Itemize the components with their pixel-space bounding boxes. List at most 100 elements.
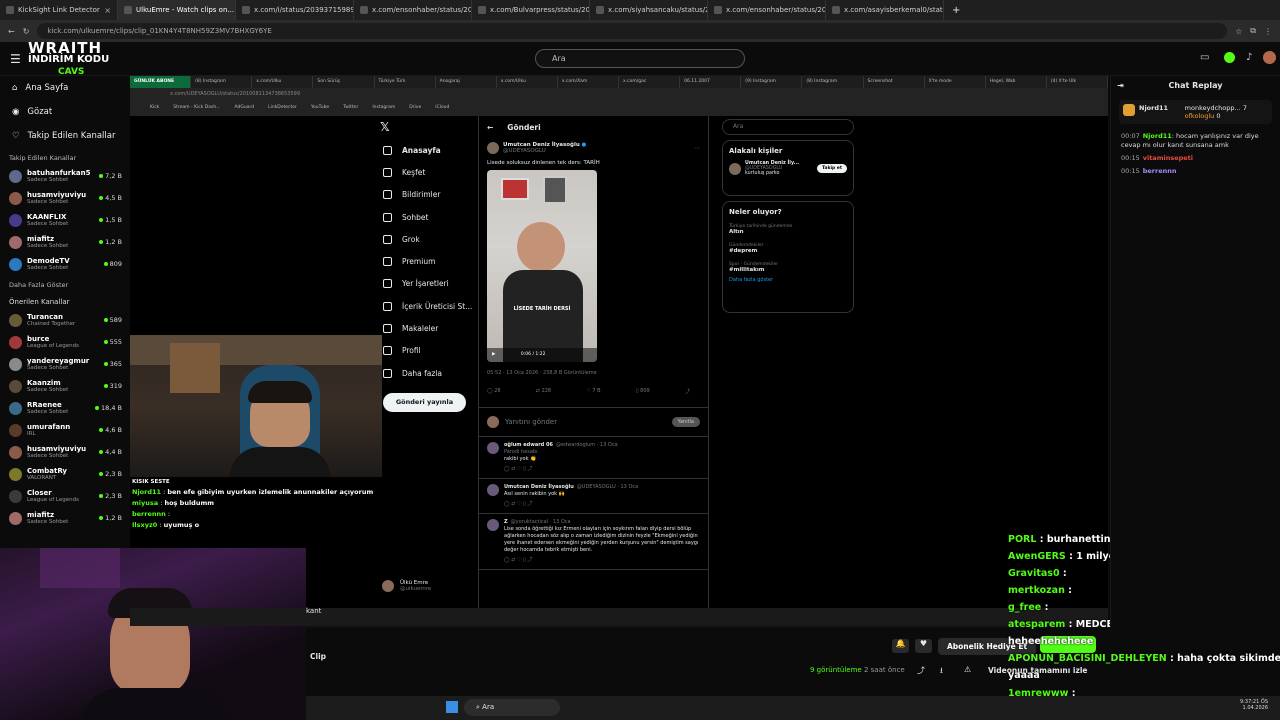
reply-actions[interactable]: ◯ ⇄ ♡ ▯ ⤴	[504, 466, 700, 473]
sidebar-channel[interactable]: Closer League of Legends 2,3 B	[0, 485, 128, 507]
x-nav-item[interactable]: Premium	[383, 250, 473, 272]
more-icon[interactable]: ⋯	[694, 145, 700, 152]
browser-tab[interactable]: UlkuEmre - Watch clips on...×	[118, 0, 236, 20]
x-nav-item[interactable]: Anasayfa	[383, 139, 473, 161]
chat-timestamp[interactable]: 00:15	[1121, 167, 1140, 175]
trend-item[interactable]: Gündemdekiler #deprem	[729, 243, 847, 254]
inner-tab[interactable]: (9) Instagram	[741, 76, 803, 88]
url-field[interactable]: kick.com/ulkuemre/clips/clip_01KN4Y4T8NH…	[37, 23, 1228, 39]
nav-following[interactable]: ♡ Takip Edilen Kanallar	[0, 124, 128, 148]
trend-item[interactable]: Spor · Gündemdekiler #millitakım	[729, 262, 847, 273]
sidebar-channel[interactable]: husamviyuviyu Sadece Sohbet 4,5 B	[0, 187, 128, 209]
chat-username[interactable]: vitaminsepeti	[1143, 154, 1193, 162]
share-icon[interactable]: ⤴	[685, 388, 690, 395]
retweet-action[interactable]: ⇄ 228	[536, 388, 551, 395]
x-nav-item[interactable]: Bildirimler	[383, 184, 473, 206]
star-icon[interactable]: ☆	[1235, 27, 1242, 36]
reply-tweet[interactable]: oğlum edward 06 @edwardogium · 13 Oca Paro…	[479, 437, 708, 479]
notification-bell-icon[interactable]: ♪	[1246, 52, 1252, 63]
browser-tab[interactable]: x.com/ensonhaber/status/203...×	[708, 0, 826, 20]
sidebar-channel[interactable]: miafitz Sadece Sohbet 1,2 B	[0, 507, 128, 529]
sidebar-channel[interactable]: RRaenee Sadece Sohbet 18,4 B	[0, 397, 128, 419]
inner-tab[interactable]: Türkiye Türk	[375, 76, 436, 88]
trends-more-link[interactable]: Daha fazla göster	[729, 277, 847, 283]
sidebar-channel[interactable]: yandereyagmur Sadece Sohbet 365	[0, 353, 128, 375]
reply-tweet[interactable]: Umutcan Deniz İlyasoğlu @UDEYASOGLU · 13 …	[479, 479, 708, 514]
avatar[interactable]	[1263, 51, 1276, 64]
inner-tab[interactable]: (8) Instagram	[802, 76, 864, 88]
browser-tab[interactable]: x.com/ensonhaber/status/203...×	[354, 0, 472, 20]
x-logo-icon[interactable]: 𝕏	[380, 120, 390, 134]
bookmark[interactable]: Stream - Kick Dash...	[173, 105, 220, 113]
x-nav-item[interactable]: Yer İşaretleri	[383, 273, 473, 295]
back-arrow-icon[interactable]: ←	[487, 123, 493, 132]
hamburger-icon[interactable]: ☰	[10, 52, 21, 66]
reply-author[interactable]: Umutcan Deniz İlyasoğlu	[504, 484, 574, 490]
bookmark[interactable]: Drive	[409, 105, 421, 113]
inner-tab[interactable]: (4) X'te Ulk	[1047, 76, 1108, 88]
chat-username[interactable]: berrennn	[1143, 167, 1177, 175]
taskbar-search[interactable]: ⌕ Ara	[464, 699, 560, 716]
sidebar-channel[interactable]: KAANFLIX Sadece Sohbet 1,5 B	[0, 209, 128, 231]
x-nav-item[interactable]: Grok	[383, 228, 473, 250]
inner-tab[interactable]: x.com/Ulku	[497, 76, 558, 88]
sidebar-channel[interactable]: Kaanzim Sadece Sohbet 319	[0, 375, 128, 397]
inner-tab[interactable]: Anogaraj	[436, 76, 497, 88]
inner-tab[interactable]: GÜNLÜK ABONE	[130, 76, 192, 88]
x-nav-item[interactable]: Sohbet	[383, 206, 473, 228]
bookmark[interactable]: Twitter	[343, 105, 358, 113]
x-nav-item[interactable]: Profil	[383, 340, 473, 362]
sidebar-channel[interactable]: miafitz Sadece Sohbet 1,2 B	[0, 231, 128, 253]
browser-tab[interactable]: KickSight Link Detector ×	[0, 0, 118, 20]
reply-author[interactable]: Z	[504, 519, 508, 525]
system-clock[interactable]: 9:37:21 ÖS 1.04.2026	[1240, 699, 1268, 711]
reply-author[interactable]: oğlum edward 06	[504, 442, 553, 448]
inner-tab[interactable]: x.com/Ulku	[252, 76, 314, 88]
browser-tab[interactable]: x.com/asayisberkemal0/status/...×	[826, 0, 944, 20]
bookmark[interactable]: YouTube	[311, 105, 329, 113]
reply-button[interactable]: Yanıtla	[671, 417, 700, 427]
inner-tab[interactable]: Hegel, Wab	[986, 76, 1047, 88]
inner-tab[interactable]: x.com/Xam	[558, 76, 619, 88]
extensions-icon[interactable]: ⧉	[1250, 26, 1256, 36]
bookmark-action[interactable]: ▯ 809	[636, 388, 650, 395]
sidebar-channel[interactable]: husamviyuviyu Sadece Sohbet 4,4 B	[0, 441, 128, 463]
sidebar-channel[interactable]: Turancan Chained Together 589	[0, 309, 128, 331]
bookmark[interactable]: Instagram	[372, 105, 395, 113]
browser-tab[interactable]: x.com/siyahsancaku/status/20...×	[590, 0, 708, 20]
bookmark[interactable]: Kick	[150, 105, 159, 113]
x-nav-item[interactable]: Daha fazla	[383, 362, 473, 384]
collapse-icon[interactable]: ⇥	[1117, 81, 1124, 90]
chat-timestamp[interactable]: 00:07	[1121, 132, 1140, 140]
sidebar-channel[interactable]: CombatRy VALORANT 2,3 B	[0, 463, 128, 485]
chat-timestamp[interactable]: 00:15	[1121, 154, 1140, 162]
report-icon[interactable]: ⚠	[964, 665, 971, 674]
like-action[interactable]: ♡ 7 B	[586, 388, 600, 395]
bookmark[interactable]: LinkDetector	[268, 105, 297, 113]
sidebar-channel[interactable]: batuhanfurkan5 Sadece Sohbet 7,2 B	[0, 165, 128, 187]
bell-icon[interactable]: 🔔	[892, 639, 909, 653]
show-more-link[interactable]: Daha Fazla Göster	[0, 275, 128, 292]
tweet-video[interactable]: LİSEDE TARİH DERSİ ▶ 0:06 / 1:22	[487, 170, 597, 362]
x-nav-item[interactable]: İçerik Üreticisi St...	[383, 295, 473, 317]
inner-tab[interactable]: 06.11.2007	[680, 76, 742, 88]
inner-tab[interactable]: Son Sürüş	[313, 76, 375, 88]
windows-start-icon[interactable]	[446, 701, 458, 713]
nav-browse[interactable]: ◉ Gözat	[0, 100, 128, 124]
sidebar-channel[interactable]: umurafann IRL 4,6 B	[0, 419, 128, 441]
close-tab-icon[interactable]: ×	[104, 6, 111, 15]
kick-logo-icon[interactable]	[1224, 52, 1235, 63]
inner-tab[interactable]: X'te mode	[925, 76, 986, 88]
profile-name[interactable]: Ülkü Emre @ulkuemre	[400, 580, 431, 592]
share-icon[interactable]: ⤴	[917, 665, 925, 676]
post-button[interactable]: Gönderi yayınla	[383, 393, 466, 412]
reply-actions[interactable]: ◯ ⇄ ♡ ▯ ⤴	[504, 501, 700, 508]
heart-icon[interactable]: ♥	[915, 639, 932, 653]
follow-button[interactable]: Takip et	[816, 164, 847, 173]
download-icon[interactable]: ⭳	[940, 665, 943, 679]
inner-tab[interactable]: (8) Instagram	[191, 76, 253, 88]
trend-item[interactable]: Türkiye tarihinde gündemde Altın	[729, 224, 847, 235]
video-controls[interactable]: ▶ 0:06 / 1:22	[487, 348, 597, 362]
reply-action[interactable]: ◯ 28	[487, 388, 501, 395]
sidebar-channel[interactable]: DemodeTV Sadece Sohbet 809	[0, 253, 128, 275]
